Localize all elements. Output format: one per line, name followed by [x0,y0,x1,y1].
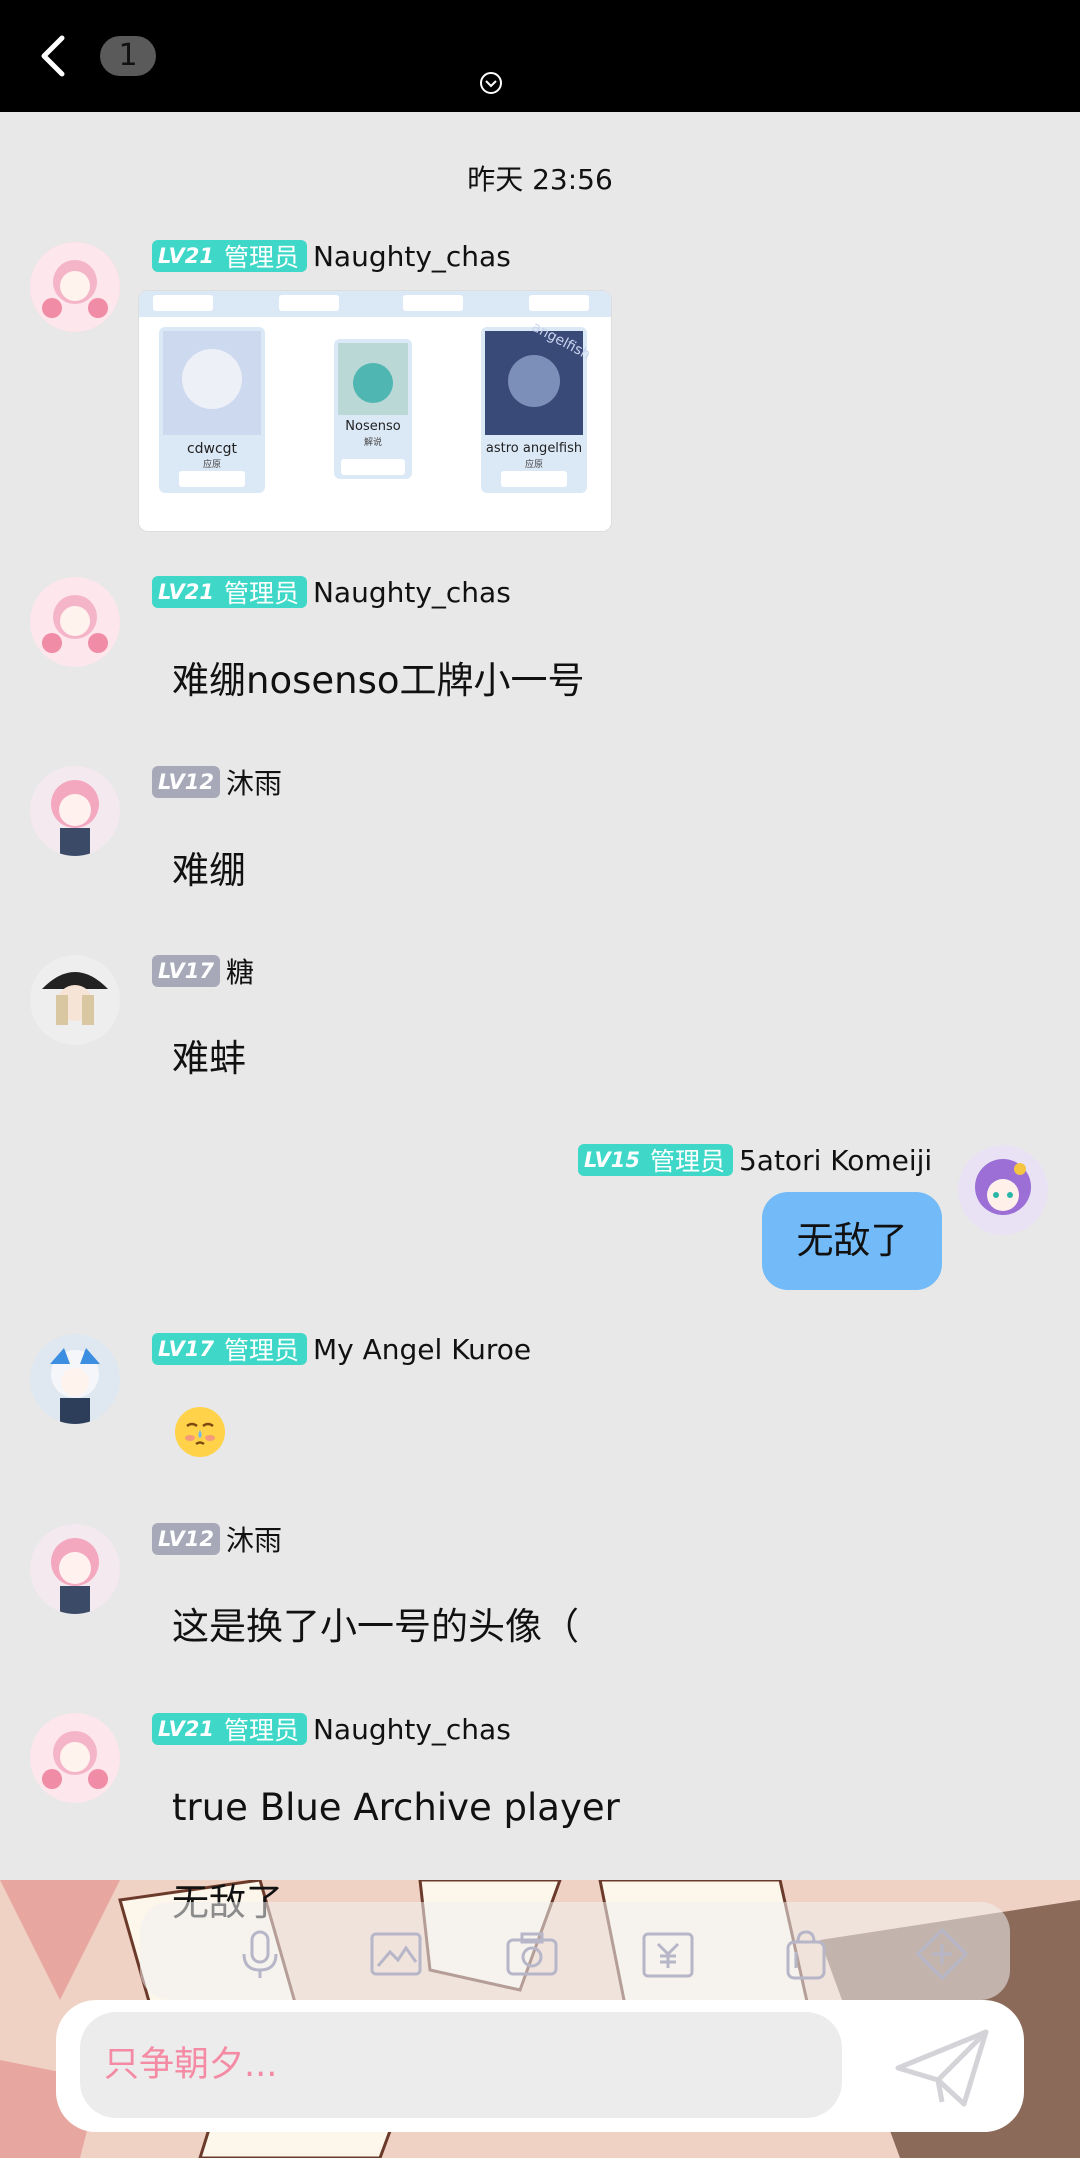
sender-name[interactable]: My Angel Kuroe [313,1333,531,1366]
message-sender: LV21 管理员 Naughty_chas [152,574,511,610]
avatar[interactable] [30,577,120,667]
message-sender: LV21 管理员 Naughty_chas [152,238,511,274]
message-text[interactable]: true Blue Archive player [172,1786,620,1829]
camera-icon[interactable] [504,1926,560,1982]
message-input[interactable] [80,2012,842,2118]
mic-icon[interactable] [232,1926,288,1982]
my-avatar[interactable] [958,1145,1048,1235]
message-timestamp: 昨天 23:56 [467,163,613,196]
image-icon[interactable] [368,1926,424,1982]
emoji-sticker-icon[interactable] [174,1406,226,1458]
message-text[interactable]: 难蚌 [172,1028,246,1082]
message-sender: LV17 糖 [152,953,254,989]
message-text[interactable]: 难绷nosenso工牌小一号 [172,650,585,704]
top-bar: 1 [0,0,1080,112]
sender-name[interactable]: 5atori Komeiji [739,1144,932,1177]
card-sub: 应原 [524,460,543,470]
message-text[interactable]: 难绷 [172,840,246,894]
admin-badge: 管理员 [645,1144,733,1176]
avatar[interactable] [30,1334,120,1424]
sender-name[interactable]: 沐雨 [226,1519,282,1559]
level-badge: LV17 [152,955,220,987]
admin-badge: 管理员 [219,1713,307,1745]
admin-badge: 管理员 [219,1333,307,1365]
message-text[interactable]: 这是换了小一号的头像（ [172,1596,579,1650]
admin-badge: 管理员 [219,240,307,272]
message-sender: LV12 沐雨 [152,764,282,800]
collapse-icon[interactable] [478,70,504,96]
card-name: cdwcgt [186,441,238,457]
level-badge: LV17 [152,1333,220,1365]
card-sub: 解说 [363,438,382,448]
level-badge: LV12 [152,766,220,798]
message-sender: LV12 沐雨 [152,1521,282,1557]
back-icon[interactable] [30,30,76,82]
sender-name[interactable]: Naughty_chas [313,576,511,609]
gift-icon[interactable] [914,1926,970,1982]
image-message[interactable]: cdwcgt 应原 Nosenso 解说 astro angelfish 应原 … [138,290,612,532]
avatar[interactable] [30,242,120,332]
level-badge: LV21 [152,1713,220,1745]
level-badge: LV21 [152,576,220,608]
message-sender: LV21 管理员 Naughty_chas [152,1711,511,1747]
sender-name[interactable]: 糖 [226,951,254,991]
unread-count-badge[interactable]: 1 [100,36,156,76]
level-badge: LV15 [578,1144,646,1176]
level-badge: LV21 [152,240,220,272]
avatar[interactable] [30,766,120,856]
red-packet-icon[interactable] [640,1926,696,1982]
message-sender: LV17 管理员 My Angel Kuroe [152,1331,531,1367]
sender-name[interactable]: Naughty_chas [313,240,511,273]
bag-icon[interactable] [778,1926,834,1982]
card-sub: 应原 [202,460,221,470]
card-name: Nosenso [345,419,401,434]
card-name: astro angelfish [485,441,583,456]
sender-name[interactable]: 沐雨 [226,762,282,802]
level-badge: LV12 [152,1523,220,1555]
admin-badge: 管理员 [219,576,307,608]
sender-name[interactable]: Naughty_chas [313,1713,511,1746]
my-message-bubble[interactable]: 无敌了 [762,1192,942,1290]
send-icon[interactable] [894,2028,990,2108]
avatar[interactable] [30,1524,120,1614]
avatar[interactable] [30,1713,120,1803]
avatar[interactable] [30,955,120,1045]
message-sender: LV15 管理员 5atori Komeiji [578,1142,932,1178]
